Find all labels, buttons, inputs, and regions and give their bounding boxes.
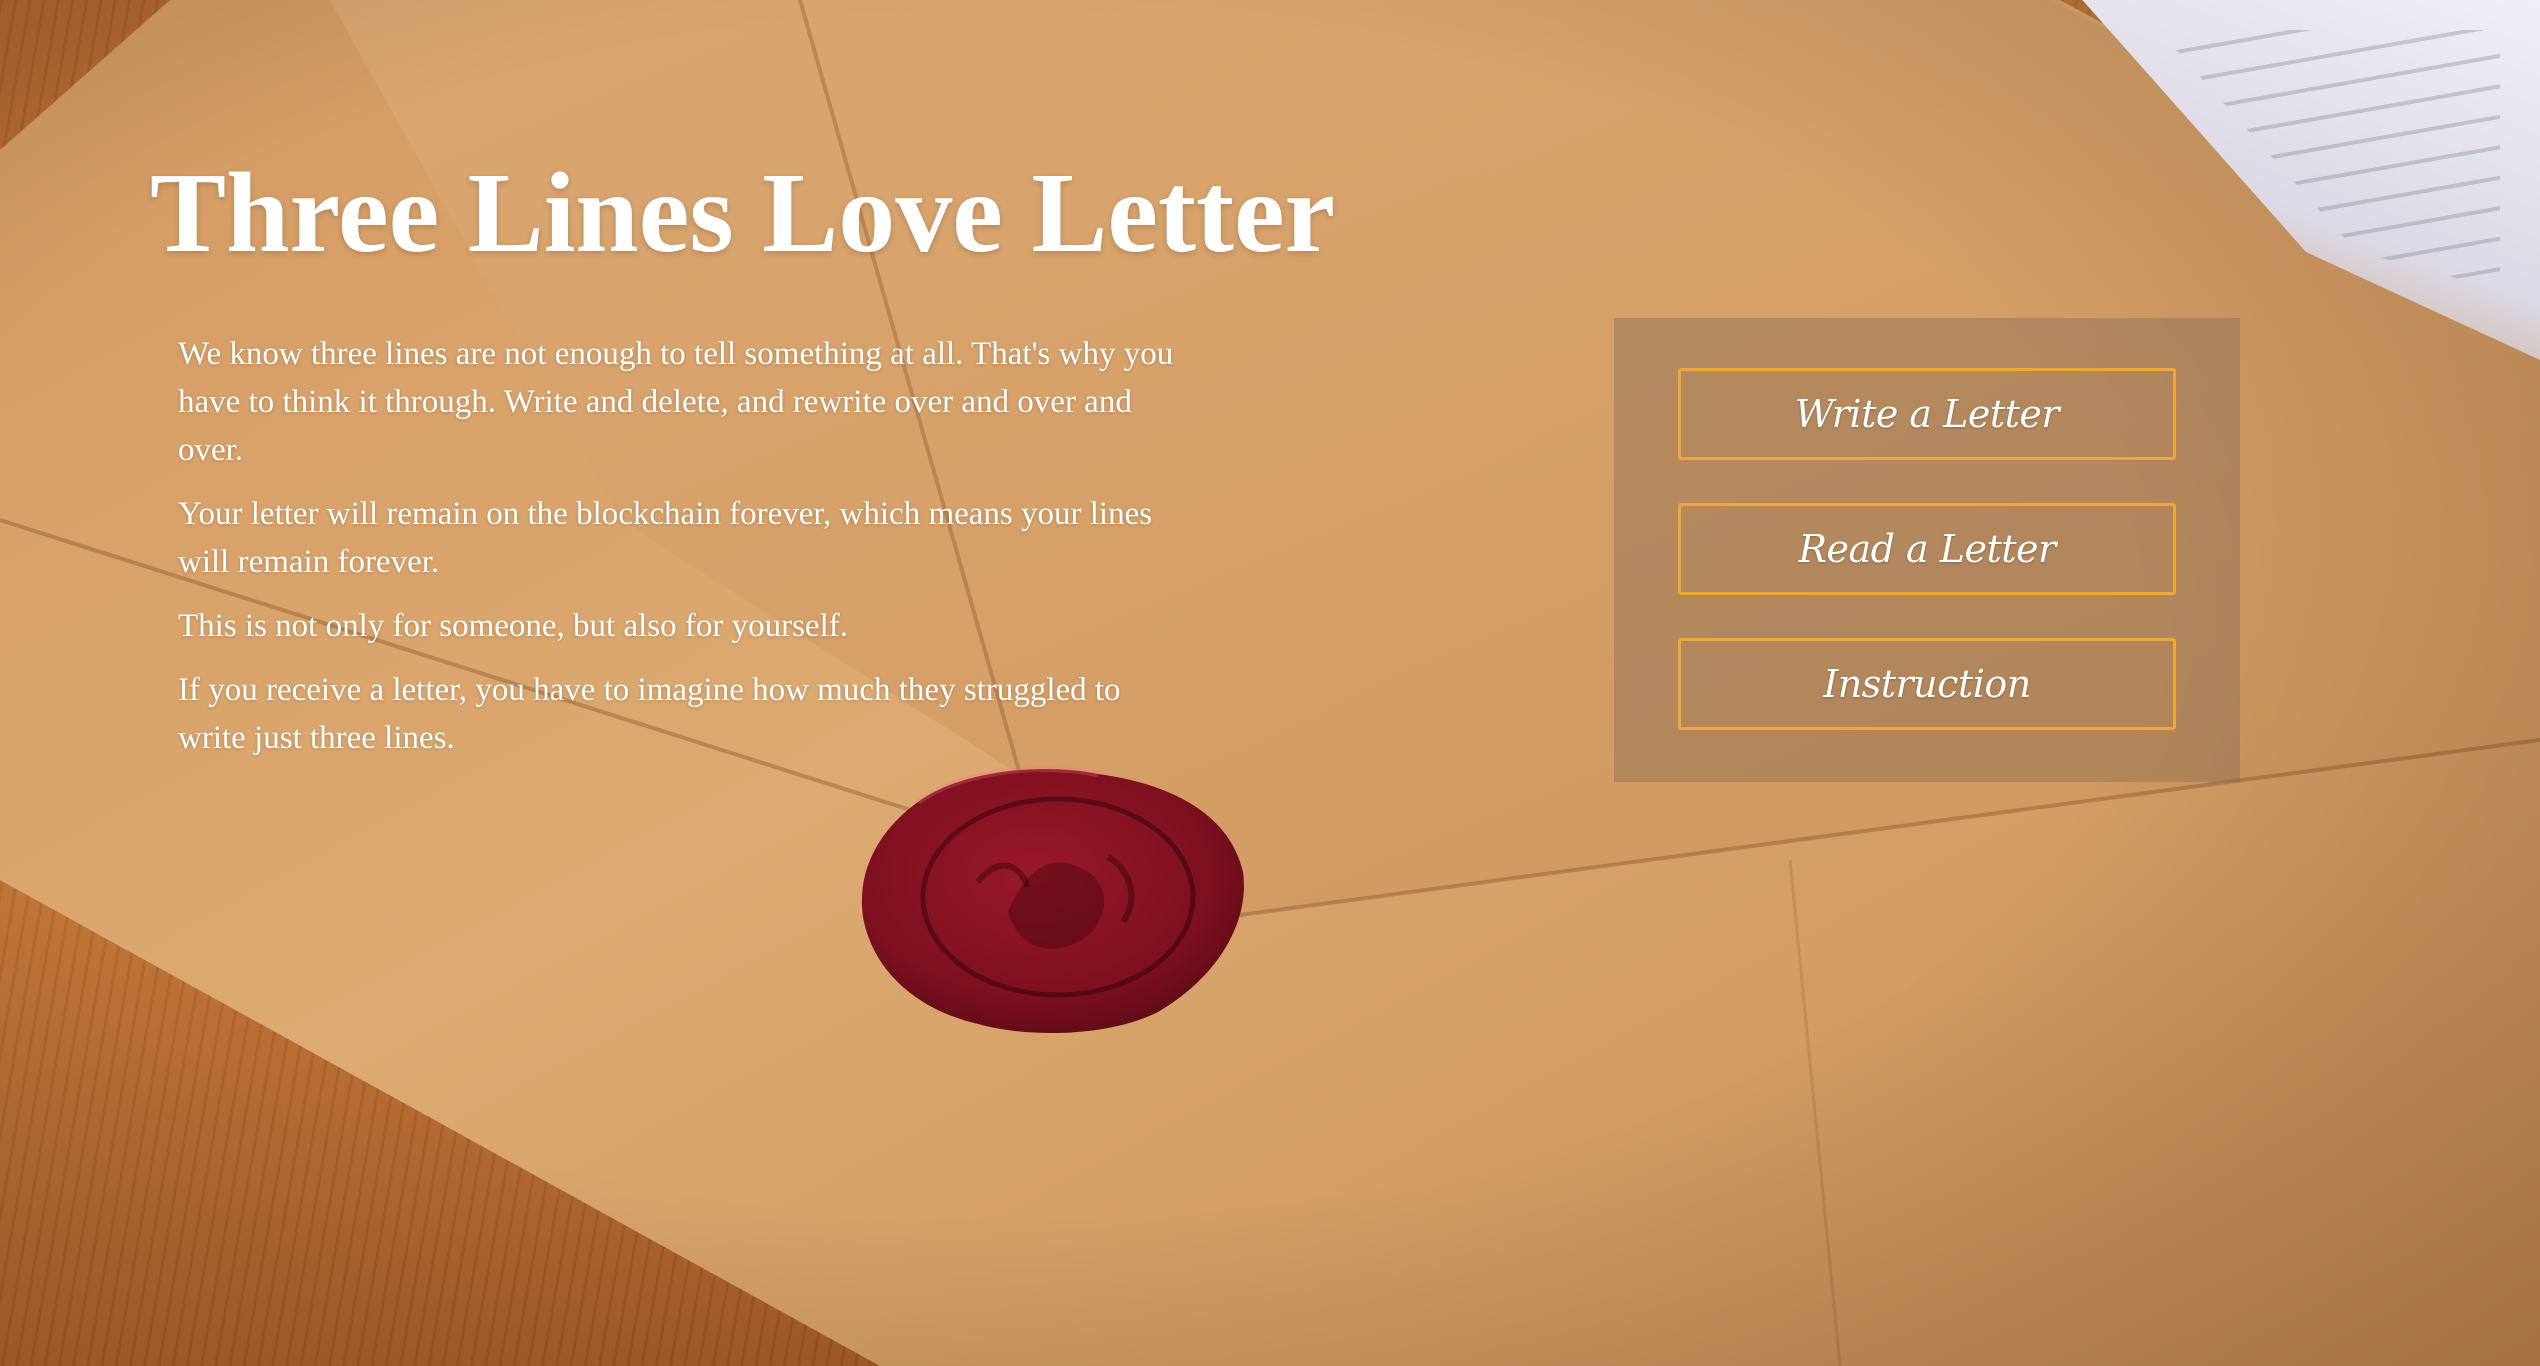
write-letter-button[interactable]: Write a Letter xyxy=(1678,368,2176,460)
page-title: Three Lines Love Letter xyxy=(150,149,1336,276)
instruction-button[interactable]: Instruction xyxy=(1678,638,2176,730)
intro-paragraph: If you receive a letter, you have to ima… xyxy=(178,672,1121,756)
read-letter-button[interactable]: Read a Letter xyxy=(1678,503,2176,595)
intro-paragraph: We know three lines are not enough to te… xyxy=(178,336,1174,468)
wax-seal-icon xyxy=(861,766,1244,1034)
intro-paragraph: This is not only for someone, but also f… xyxy=(178,608,848,644)
intro-text: We know three lines are not enough to te… xyxy=(178,330,1178,778)
intro-paragraph: Your letter will remain on the blockchai… xyxy=(178,496,1153,580)
menu-panel: Write a Letter Read a Letter Instruction xyxy=(1614,318,2240,782)
